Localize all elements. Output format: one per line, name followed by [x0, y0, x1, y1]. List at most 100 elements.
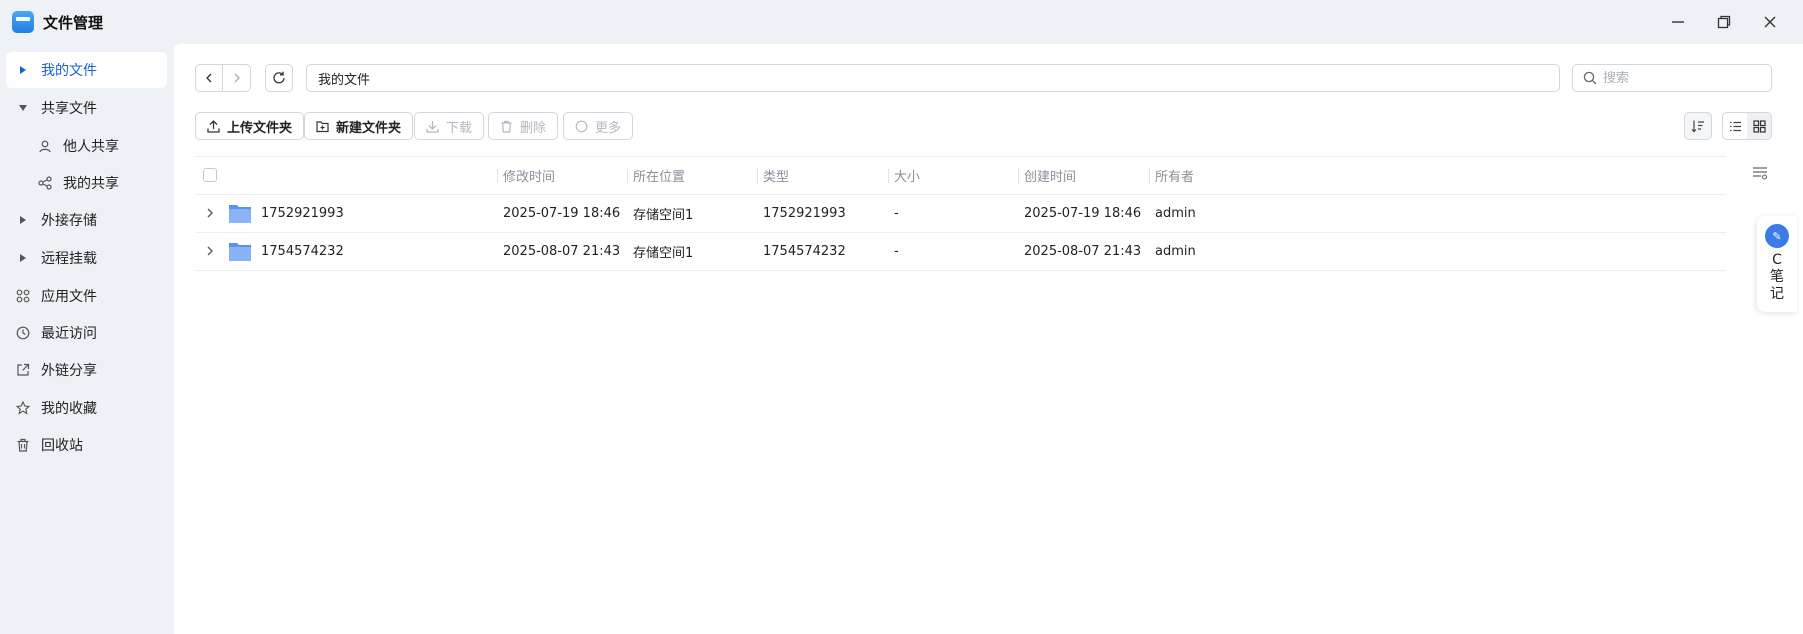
external-link-icon — [16, 363, 30, 377]
maximize-button[interactable] — [1712, 10, 1736, 34]
user-icon — [38, 139, 52, 153]
cell-type: 1752921993 — [763, 206, 846, 221]
caret-right-icon — [16, 213, 30, 227]
sidebar-item-app-files[interactable]: 应用文件 — [6, 278, 167, 314]
sort-icon — [1691, 120, 1704, 133]
cell-location: 存储空间1 — [633, 246, 694, 261]
refresh-button[interactable] — [265, 64, 293, 92]
search-input[interactable] — [1603, 70, 1753, 86]
sidebar-item-label: 回收站 — [41, 438, 83, 454]
column-header-location[interactable]: 所在位置 — [627, 157, 757, 194]
cell-location: 存储空间1 — [633, 208, 694, 223]
table-row[interactable]: 1754574232 2025-08-07 21:43 存储空间1 175457… — [195, 233, 1726, 271]
note-label-text: 笔记 — [1770, 269, 1784, 302]
more-button[interactable]: 更多 — [563, 112, 634, 140]
sidebar-item-label: 外接存储 — [41, 213, 97, 229]
sidebar-item-shared-with-me[interactable]: 他人共享 — [6, 128, 167, 164]
upload-folder-button[interactable]: 上传文件夹 — [195, 112, 305, 140]
new-folder-label: 新建文件夹 — [336, 120, 402, 136]
sidebar-item-label: 我的收藏 — [41, 401, 97, 417]
sort-button[interactable] — [1684, 112, 1712, 140]
cell-size: - — [894, 244, 899, 259]
sidebar-item-recycle-bin[interactable]: 回收站 — [6, 427, 167, 463]
cell-owner: admin — [1155, 206, 1196, 221]
expand-chevron-icon[interactable] — [203, 244, 217, 258]
sidebar-item-remote-mount[interactable]: 远程挂载 — [6, 240, 167, 276]
sidebar-item-label: 他人共享 — [63, 139, 119, 155]
grid-view-button[interactable] — [1747, 113, 1771, 139]
search-box — [1572, 64, 1772, 92]
list-view-icon — [1729, 121, 1741, 131]
column-settings-button[interactable] — [1750, 163, 1770, 183]
cell-size: - — [894, 206, 899, 221]
back-button[interactable] — [196, 65, 224, 91]
path-bar[interactable]: 我的文件 — [306, 64, 1560, 92]
trash-icon — [16, 438, 30, 452]
close-button[interactable] — [1758, 10, 1782, 34]
note-label: C 笔记 — [1769, 252, 1785, 303]
sidebar-item-label: 共享文件 — [41, 101, 97, 117]
column-settings-icon — [1753, 167, 1768, 180]
upload-icon — [207, 119, 220, 133]
chevron-right-icon — [234, 73, 240, 83]
download-label: 下载 — [446, 120, 473, 136]
folder-icon — [229, 243, 251, 261]
sidebar-item-my-shares[interactable]: 我的共享 — [6, 165, 167, 201]
restore-icon — [1717, 15, 1731, 29]
star-icon — [16, 401, 30, 415]
folder-icon — [229, 205, 251, 223]
download-icon — [426, 120, 439, 133]
caret-right-icon — [16, 63, 30, 77]
apps-grid-icon — [16, 289, 30, 303]
cell-created: 2025-07-19 18:46 — [1024, 206, 1142, 221]
cell-modified: 2025-08-07 21:43 — [503, 244, 621, 259]
share-icon — [38, 176, 52, 190]
sidebar-item-shared-files[interactable]: 共享文件 — [6, 90, 167, 126]
history-nav — [195, 64, 251, 92]
column-header-size[interactable]: 大小 — [888, 157, 1018, 194]
file-manager-app-icon — [12, 11, 34, 33]
refresh-icon — [273, 71, 285, 84]
new-folder-button[interactable]: 新建文件夹 — [304, 112, 414, 140]
sidebar-item-label: 我的共享 — [63, 176, 119, 192]
download-button[interactable]: 下载 — [414, 112, 485, 140]
chevron-left-icon — [206, 73, 212, 83]
column-header-owner[interactable]: 所有者 — [1149, 157, 1279, 194]
sidebar-item-label: 应用文件 — [41, 289, 97, 305]
view-toggle — [1722, 112, 1772, 140]
more-label: 更多 — [595, 120, 622, 136]
column-header-created[interactable]: 创建时间 — [1018, 157, 1149, 194]
cell-type: 1754574232 — [763, 244, 846, 259]
minimize-button[interactable] — [1666, 10, 1690, 34]
search-icon — [1583, 71, 1597, 85]
window-title: 文件管理 — [43, 14, 104, 32]
sidebar-item-my-files[interactable]: 我的文件 — [6, 52, 167, 88]
minimize-icon — [1672, 21, 1684, 23]
new-folder-icon — [316, 120, 329, 133]
list-view-button[interactable] — [1723, 113, 1747, 139]
delete-label: 删除 — [520, 120, 547, 136]
cell-owner: admin — [1155, 244, 1196, 259]
delete-button[interactable]: 删除 — [488, 112, 559, 140]
note-app-logo-icon: ✎ — [1765, 224, 1789, 248]
note-logo-text: C — [1772, 252, 1782, 268]
file-name: 1752921993 — [261, 206, 344, 221]
main-panel: 我的文件 上传文件夹 新建文件夹 下载 删除 更多 — [174, 44, 1803, 634]
sidebar-item-link-share[interactable]: 外链分享 — [6, 352, 167, 388]
cell-created: 2025-08-07 21:43 — [1024, 244, 1142, 259]
forward-button[interactable] — [223, 65, 250, 91]
sidebar: 我的文件 共享文件 他人共享 我的共享 外接存储 远程挂载 应用文件 最近访问 — [0, 44, 174, 634]
sidebar-item-external-storage[interactable]: 外接存储 — [6, 202, 167, 238]
sidebar-item-favorites[interactable]: 我的收藏 — [6, 390, 167, 426]
more-circle-icon — [575, 120, 588, 133]
expand-chevron-icon[interactable] — [203, 206, 217, 220]
table-row[interactable]: 1752921993 2025-07-19 18:46 存储空间1 175292… — [195, 195, 1726, 233]
column-header-type[interactable]: 类型 — [757, 157, 888, 194]
upload-folder-label: 上传文件夹 — [227, 120, 293, 136]
column-header-modified[interactable]: 修改时间 — [497, 157, 627, 194]
floating-note-tab[interactable]: ✎ C 笔记 — [1757, 216, 1797, 312]
sidebar-item-label: 远程挂载 — [41, 251, 97, 267]
trash-icon — [500, 120, 513, 133]
select-all-checkbox[interactable] — [203, 168, 217, 182]
sidebar-item-recent[interactable]: 最近访问 — [6, 315, 167, 351]
